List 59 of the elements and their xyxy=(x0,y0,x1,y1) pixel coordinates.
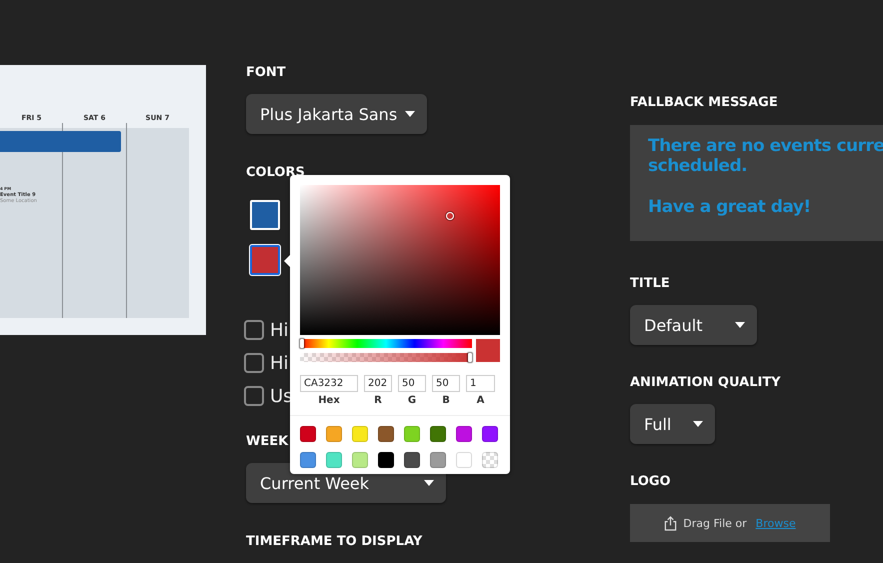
text-field[interactable]: 202 xyxy=(364,375,392,392)
caret-icon xyxy=(405,111,415,117)
field-label: A xyxy=(476,395,484,406)
preset-swatch[interactable] xyxy=(300,452,316,468)
text-field[interactable]: 50 xyxy=(432,375,460,392)
preset-swatch[interactable] xyxy=(352,426,368,442)
checkbox-label: Hi xyxy=(270,320,289,340)
alpha-slider[interactable] xyxy=(300,353,472,362)
section-label: TIMEFRAME TO DISPLAY xyxy=(246,535,422,548)
preset-swatch[interactable] xyxy=(404,426,420,442)
dropdown[interactable]: Full xyxy=(630,404,715,444)
section-label: WEEK xyxy=(246,435,288,448)
picker-handle[interactable] xyxy=(446,212,454,220)
preset-swatch[interactable] xyxy=(482,426,498,442)
preset-swatch[interactable] xyxy=(404,452,420,468)
dropdown[interactable]: Plus Jakarta Sans xyxy=(246,94,427,134)
preset-swatch[interactable] xyxy=(430,426,446,442)
caret-icon xyxy=(693,421,703,427)
checkbox[interactable] xyxy=(244,353,264,373)
section-label: COLORS xyxy=(246,166,305,179)
slider-thumb[interactable] xyxy=(300,339,304,348)
text-field[interactable]: CA3232 xyxy=(300,375,358,392)
color-swatch[interactable] xyxy=(250,245,280,275)
caret-icon xyxy=(424,480,434,486)
checkbox-label: Hi xyxy=(270,352,289,374)
message-text: Have a great day! xyxy=(648,197,812,217)
preset-swatch[interactable] xyxy=(378,452,394,468)
upload-icon xyxy=(664,516,678,530)
saturation-area[interactable] xyxy=(300,185,500,335)
preset-swatch[interactable] xyxy=(326,426,342,442)
hue-slider[interactable] xyxy=(300,339,472,348)
field-label: R xyxy=(374,395,382,406)
text-field[interactable]: 50 xyxy=(398,375,426,392)
preset-swatch[interactable] xyxy=(378,426,394,442)
preset-swatch[interactable] xyxy=(326,452,342,468)
section-label: ANIMATION QUALITY xyxy=(630,376,781,389)
slider-thumb[interactable] xyxy=(468,353,472,362)
upload-area[interactable]: Drag File or Browse xyxy=(630,504,830,542)
preset-swatch[interactable] xyxy=(430,452,446,468)
field-label: B xyxy=(442,395,450,406)
message-text: scheduled. xyxy=(648,156,748,176)
upload-text: Drag File or xyxy=(683,516,747,530)
field-label: Hex xyxy=(318,395,340,406)
section-label: FONT xyxy=(246,66,286,79)
color-preview xyxy=(476,339,500,362)
checkbox[interactable] xyxy=(244,320,264,340)
caret-icon xyxy=(735,322,745,328)
preset-swatch[interactable] xyxy=(456,452,472,468)
section-label: FALLBACK MESSAGE xyxy=(630,96,778,109)
preset-swatch[interactable] xyxy=(456,426,472,442)
section-label: TITLE xyxy=(630,277,670,290)
checkbox[interactable] xyxy=(244,386,264,406)
field-label: G xyxy=(408,395,416,406)
preset-swatch[interactable] xyxy=(300,426,316,442)
section-label: LOGO xyxy=(630,475,671,488)
dropdown[interactable]: Default xyxy=(630,305,757,345)
preset-swatch[interactable] xyxy=(352,452,368,468)
text-field[interactable]: 1 xyxy=(466,375,495,392)
transparent-swatch[interactable] xyxy=(482,452,498,468)
